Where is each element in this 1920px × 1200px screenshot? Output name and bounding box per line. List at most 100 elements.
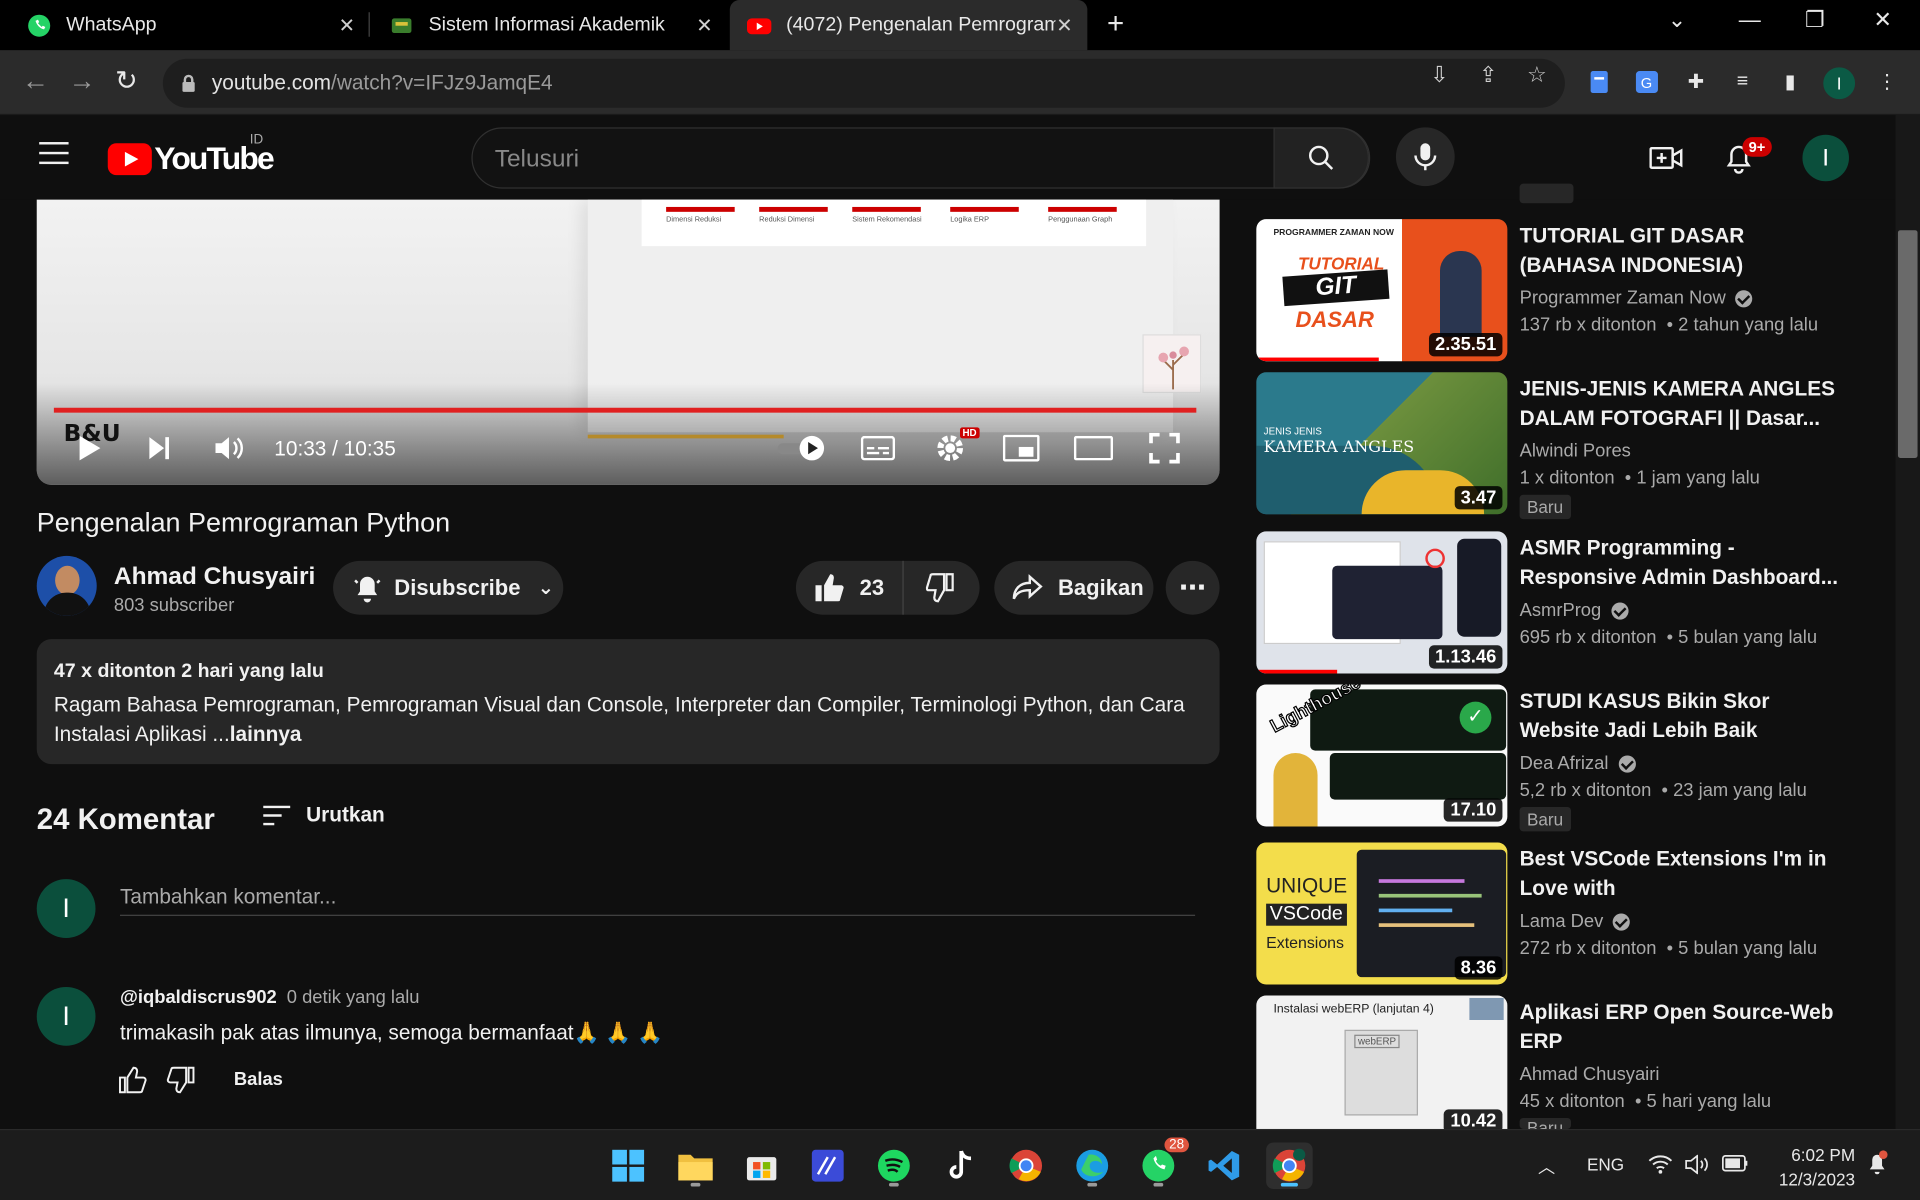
recommendation-item[interactable]: Instalasi webERP (lanjutan 4) webERP 10.… [1256, 995, 1868, 1138]
forward-icon[interactable]: → [69, 65, 96, 97]
recommendation-item[interactable]: UNIQUE VSCode Extensions 8.36 Best VSCod… [1256, 842, 1868, 985]
channel-name[interactable]: Ahmad Chusyairi [114, 563, 315, 591]
recommendation-item[interactable]: 1.13.46 ASMR Programming - Responsive Ad… [1256, 531, 1868, 674]
comment-dislike-button[interactable] [166, 1065, 196, 1101]
comment-like-button[interactable] [118, 1065, 147, 1101]
restore-icon[interactable]: ❐ [1805, 7, 1825, 33]
more-actions-button[interactable]: ⋯ [1165, 560, 1220, 615]
system-clock[interactable]: 6:02 PM 12/3/2023 [1763, 1142, 1855, 1191]
spotify-app[interactable] [871, 1142, 918, 1189]
channel-name[interactable]: Programmer Zaman Now [1520, 288, 1726, 309]
reply-button[interactable]: Balas [234, 1069, 283, 1090]
subtitles-button[interactable] [860, 432, 897, 464]
channel-line[interactable]: Programmer Zaman Now [1520, 288, 1753, 309]
tab-whatsapp[interactable]: WhatsApp ✕ [0, 0, 370, 50]
tiktok-app[interactable] [937, 1142, 984, 1189]
chrome-app[interactable] [1003, 1142, 1050, 1189]
video-title[interactable]: Aplikasi ERP Open Source-Web ERP [1520, 998, 1838, 1057]
hidden-icons-chevron-icon[interactable]: ︿ [1538, 1155, 1555, 1179]
progress-bar[interactable] [53, 407, 1197, 413]
media-control-icon[interactable]: ≡ [1729, 69, 1756, 96]
dislike-button[interactable] [904, 561, 977, 615]
browser-profile-avatar[interactable]: I [1823, 67, 1856, 100]
autoplay-toggle[interactable] [774, 432, 830, 464]
chrome-profile-app[interactable] [1266, 1142, 1313, 1189]
sort-comments-button[interactable]: Urutkan [262, 803, 385, 827]
video-thumbnail[interactable]: PROGRAMMER ZAMAN NOW TUTORIAL GIT DASAR … [1256, 219, 1508, 362]
extensions-puzzle-icon[interactable]: ✚ [1682, 69, 1709, 96]
volume-button[interactable] [211, 432, 248, 464]
tab-sistem-informasi[interactable]: Sistem Informasi Akademik ✕ [370, 0, 728, 50]
video-thumbnail[interactable]: JENIS JENIS KAMERA ANGLES 3.47 [1256, 372, 1508, 515]
close-tab-icon[interactable]: ✕ [1056, 13, 1072, 37]
search-button[interactable] [1273, 127, 1369, 189]
channel-name[interactable]: AsmrProg [1520, 600, 1602, 621]
comment-author[interactable]: @iqbaldiscrus902 [120, 987, 277, 1008]
recommendation-item[interactable]: JENIS JENIS KAMERA ANGLES 3.47 JENIS-JEN… [1256, 372, 1868, 520]
voice-search-button[interactable] [1395, 127, 1455, 187]
channel-line[interactable]: Ahmad Chusyairi [1520, 1064, 1660, 1085]
address-bar[interactable]: youtube.com/watch?v=IFJz9JamqE4 [162, 58, 1565, 108]
video-thumbnail[interactable]: UNIQUE VSCode Extensions 8.36 [1256, 842, 1508, 985]
youtube-logo[interactable]: YouTube ID [107, 132, 275, 178]
share-button[interactable]: Bagikan [994, 560, 1154, 615]
play-button[interactable] [71, 432, 108, 464]
channel-name[interactable]: Lama Dev [1520, 911, 1604, 932]
video-title[interactable]: ASMR Programming - Responsive Admin Dash… [1520, 534, 1857, 593]
channel-name[interactable]: Alwindi Pores [1520, 441, 1631, 462]
channel-avatar[interactable] [36, 555, 97, 616]
back-icon[interactable]: ← [22, 65, 49, 97]
channel-name[interactable]: Ahmad Chusyairi [1520, 1064, 1660, 1085]
channel-line[interactable]: Alwindi Pores [1520, 441, 1631, 462]
share-page-icon[interactable]: ⇪ [1479, 62, 1497, 88]
video-title[interactable]: STUDI KASUS Bikin Skor Website Jadi Lebi… [1520, 687, 1838, 746]
video-thumbnail[interactable]: Lighthouse ✓ 17.10 [1256, 684, 1508, 827]
channel-line[interactable]: AsmrProg [1520, 600, 1629, 621]
comment-age[interactable]: 0 detik yang lalu [287, 987, 420, 1008]
video-player[interactable]: Dimensi Reduksi Reduksi Dimensi Sistem R… [36, 199, 1220, 485]
video-title[interactable]: JENIS-JENIS KAMERA ANGLES DALAM FOTOGRAF… [1520, 375, 1838, 434]
theater-mode-button[interactable] [1073, 432, 1115, 464]
search-input[interactable] [494, 143, 1254, 176]
close-tab-icon[interactable]: ✕ [696, 13, 712, 37]
speaker-icon[interactable] [1685, 1154, 1709, 1178]
add-comment-input[interactable] [120, 879, 1196, 916]
description-box[interactable]: 47 x ditonton 2 hari yang lalu Ragam Bah… [36, 639, 1220, 765]
recommendation-item[interactable]: Lighthouse ✓ 17.10 STUDI KASUS Bikin Sko… [1256, 684, 1868, 832]
account-avatar[interactable]: I [1802, 134, 1849, 182]
video-title[interactable]: TUTORIAL GIT DASAR (BAHASA INDONESIA) [1520, 222, 1838, 281]
start-button[interactable] [605, 1142, 652, 1189]
close-window-icon[interactable]: ✕ [1873, 7, 1891, 33]
vscode-app[interactable] [1201, 1142, 1248, 1189]
close-tab-icon[interactable]: ✕ [339, 13, 355, 37]
video-thumbnail[interactable]: Instalasi webERP (lanjutan 4) webERP 10.… [1256, 995, 1508, 1138]
fullscreen-button[interactable] [1146, 432, 1183, 464]
docs-extension-icon[interactable] [1586, 69, 1613, 96]
minimize-icon[interactable]: — [1739, 7, 1761, 33]
translate-extension-icon[interactable]: G [1633, 69, 1660, 96]
install-icon[interactable]: ⇩ [1430, 62, 1448, 88]
create-video-button[interactable] [1648, 140, 1685, 177]
commenter-avatar[interactable]: I [36, 986, 96, 1046]
tab-youtube[interactable]: (4072) Pengenalan Pemrograma ✕ [729, 0, 1088, 51]
whatsapp-app[interactable]: 28 [1135, 1137, 1189, 1189]
edge-app[interactable] [1069, 1142, 1116, 1189]
battery-icon[interactable] [1722, 1155, 1749, 1176]
subscribed-button[interactable]: Disubscribe ⌄ [333, 560, 564, 615]
wifi-icon[interactable] [1648, 1155, 1673, 1178]
language-indicator[interactable]: ENG [1587, 1155, 1624, 1175]
page-scrollbar-thumb[interactable] [1897, 230, 1918, 458]
channel-line[interactable]: Dea Afrizal [1520, 753, 1636, 774]
reload-icon[interactable]: ↻ [115, 65, 138, 97]
channel-line[interactable]: Lama Dev [1520, 911, 1631, 932]
microsoft-store-app[interactable] [738, 1142, 785, 1189]
bookmark-star-icon[interactable]: ☆ [1527, 62, 1547, 88]
next-button[interactable] [142, 432, 176, 464]
channel-name[interactable]: Dea Afrizal [1520, 753, 1609, 774]
miniplayer-button[interactable] [1002, 432, 1041, 464]
notification-bell-icon[interactable] [1866, 1150, 1888, 1181]
menu-icon[interactable] [39, 142, 69, 166]
tab-search-icon[interactable]: ⌄ [1668, 7, 1686, 33]
browser-menu-icon[interactable]: ⋮ [1873, 69, 1900, 96]
video-title[interactable]: Best VSCode Extensions I'm in Love with [1520, 845, 1838, 904]
